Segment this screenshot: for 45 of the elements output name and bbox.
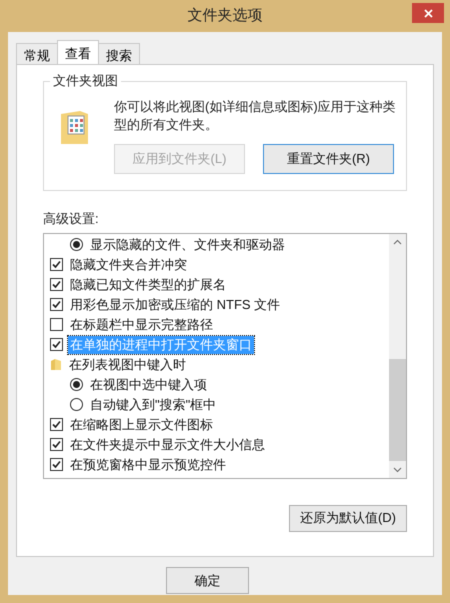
option-label[interactable]: 在列表视图中键入时: [67, 356, 188, 374]
tab[interactable]: 查看: [57, 40, 99, 64]
checkbox[interactable]: [50, 318, 63, 331]
option-label[interactable]: 隐藏已知文件类型的扩展名: [68, 276, 228, 294]
close-button[interactable]: [412, 3, 444, 23]
check-icon: [52, 340, 61, 349]
tab[interactable]: 常规: [16, 43, 58, 64]
option-label[interactable]: 在预览窗格中显示预览控件: [68, 456, 228, 474]
tab[interactable]: 搜索: [98, 43, 140, 64]
option-label[interactable]: 在标题栏中显示完整路径: [68, 316, 215, 334]
ok-button[interactable]: 确定: [166, 567, 249, 594]
window-title: 文件夹选项: [188, 6, 262, 26]
checkbox[interactable]: [50, 338, 63, 351]
checkbox[interactable]: [50, 438, 63, 451]
folder-icon: [50, 358, 62, 371]
check-icon: [52, 440, 61, 449]
restore-defaults-button[interactable]: 还原为默认值(D): [289, 504, 407, 532]
radio-button[interactable]: [70, 378, 83, 391]
check-icon: [52, 300, 61, 309]
checkbox[interactable]: [50, 458, 63, 471]
option-label[interactable]: 显示隐藏的文件、文件夹和驱动器: [88, 236, 287, 254]
checkbox[interactable]: [50, 418, 63, 431]
check-icon: [52, 280, 61, 289]
check-icon: [52, 260, 61, 269]
radio-button[interactable]: [70, 238, 83, 251]
close-icon: [424, 8, 432, 18]
folder-view-description: 你可以将此视图(如详细信息或图标)应用于这种类型的所有文件夹。: [114, 98, 397, 134]
check-icon: [52, 460, 61, 469]
radio-button[interactable]: [70, 398, 83, 411]
option-label[interactable]: 用彩色显示加密或压缩的 NTFS 文件: [68, 296, 282, 314]
group-title: 文件夹视图: [50, 73, 121, 89]
scrollbar[interactable]: [389, 234, 406, 478]
check-icon: [52, 420, 61, 429]
checkbox[interactable]: [50, 278, 63, 291]
reset-folders-button[interactable]: 重置文件夹(R): [263, 144, 394, 174]
checkbox[interactable]: [50, 258, 63, 271]
option-label[interactable]: 在文件夹提示中显示文件大小信息: [68, 436, 267, 454]
folder-view-icon: [60, 110, 90, 146]
section-label: 高级设置:: [43, 210, 100, 228]
option-label[interactable]: 自动键入到"搜索"框中: [88, 396, 218, 414]
option-label[interactable]: 隐藏文件夹合并冲突: [68, 256, 189, 274]
option-label[interactable]: 在视图中选中键入项: [88, 376, 209, 394]
checkbox[interactable]: [50, 298, 63, 311]
option-label[interactable]: 在缩略图上显示文件图标: [68, 416, 215, 434]
scrollbar-thumb[interactable]: [389, 358, 406, 460]
